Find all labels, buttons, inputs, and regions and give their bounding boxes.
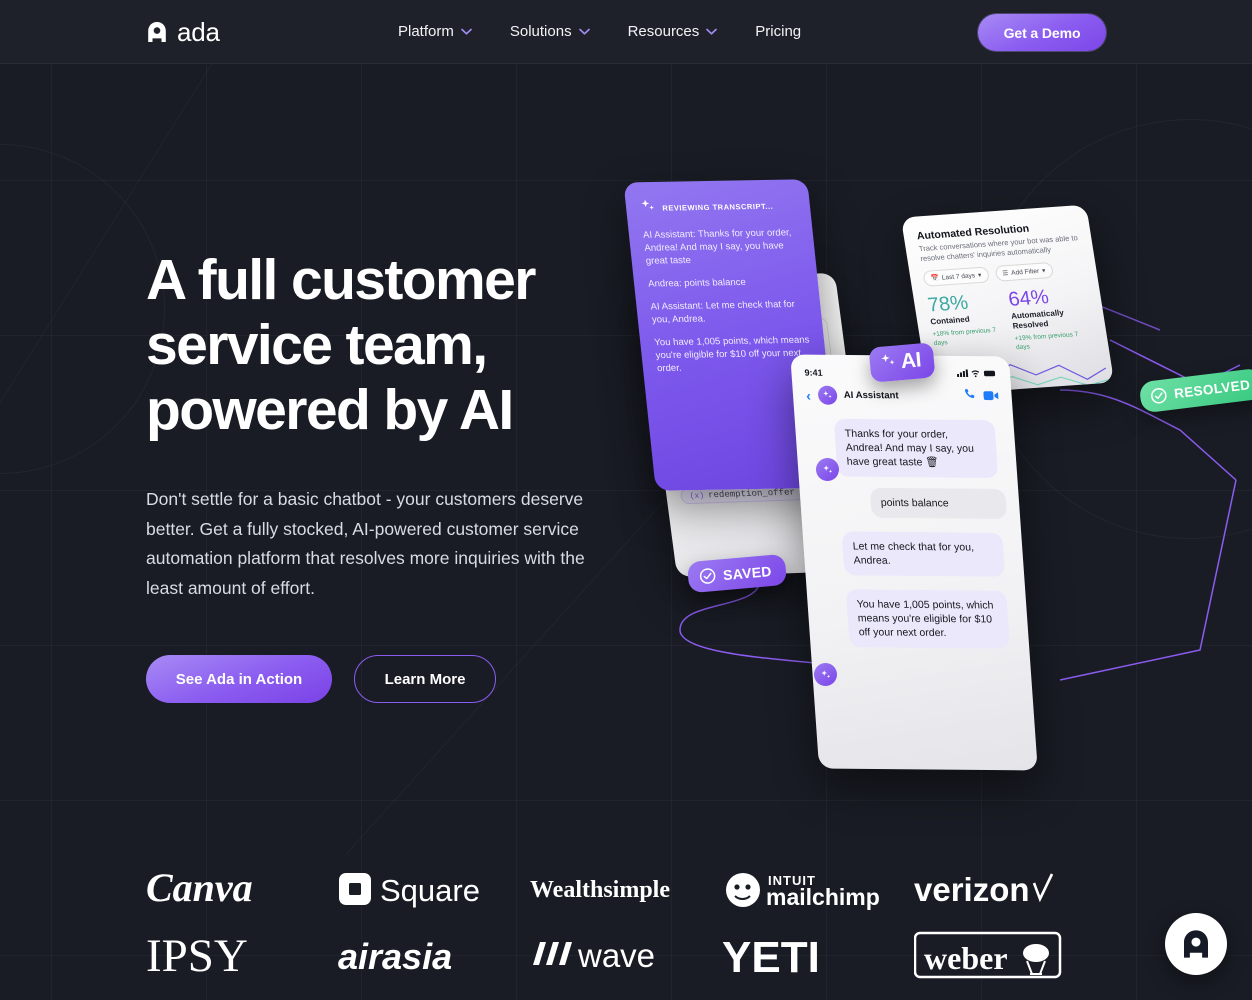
video-call-icon[interactable] [983, 388, 999, 406]
phone-time: 9:41 [804, 367, 823, 378]
stat-label: Automatically Resolved [1010, 308, 1065, 331]
page-root: ada Platform Solutions Resources Pricing… [0, 0, 1252, 1000]
analytics-filters: 📅 Last 7 days ▾ ☰ Add Filter ▾ [922, 260, 1084, 287]
nav-item-solutions[interactable]: Solutions [510, 23, 590, 40]
stat-value: 64% [1006, 286, 1051, 311]
assistant-name: AI Assistant [843, 389, 899, 402]
phone-chat-header: ‹ AI Assistant [805, 385, 999, 407]
chat-message-user: points balance [869, 487, 1008, 519]
sparkle-icon [639, 198, 657, 219]
logo-airasia: airasia [338, 933, 530, 977]
phone-call-actions [963, 387, 999, 405]
customer-logo-strip: Canva Square Wealthsimple INTUIT mailchi… [146, 856, 1106, 988]
resolved-badge-label: RESOLVED [1173, 377, 1252, 402]
top-navigation-bar: ada Platform Solutions Resources Pricing… [0, 0, 1252, 64]
svg-text:airasia: airasia [338, 936, 452, 977]
avatar [816, 458, 839, 481]
chevron-down-icon: ▾ [1041, 267, 1046, 275]
brand-logo[interactable]: ada [146, 19, 220, 45]
nav-item-resources[interactable]: Resources [628, 23, 718, 40]
filter-icon: ☰ [1001, 270, 1009, 278]
chevron-down-icon: ▾ [977, 271, 982, 280]
stat-value: 78% [926, 291, 970, 317]
see-ada-in-action-button[interactable]: See Ada in Action [146, 655, 332, 703]
logo-wealthsimple: Wealthsimple [530, 872, 722, 906]
logo-verizon: verizon [914, 869, 1106, 909]
hero-illustration: New Generative Action Describe this acti… [623, 179, 1252, 800]
logo-canva: Canva [146, 865, 338, 913]
nav-item-label: Platform [398, 23, 454, 40]
chat-widget-button[interactable] [1165, 913, 1227, 975]
hero-section: A full customer service team, powered by… [146, 248, 616, 703]
add-filter-button[interactable]: ☰ Add Filter ▾ [994, 261, 1054, 282]
chevron-down-icon [706, 28, 718, 35]
stat-delta: +18% from previous 7 days [931, 326, 997, 348]
phone-status-icons [956, 368, 998, 380]
svg-text:Wealthsimple: Wealthsimple [530, 877, 670, 903]
nav-item-platform[interactable]: Platform [398, 23, 472, 40]
background-circle-left [0, 144, 165, 474]
calendar-icon: 📅 [930, 274, 940, 283]
svg-text:wave: wave [577, 937, 655, 974]
nav-item-label: Pricing [755, 23, 802, 40]
hero-cta-row: See Ada in Action Learn More [146, 655, 616, 703]
chat-message-bot: Thanks for your order, Andrea! And may I… [833, 418, 999, 478]
ai-badge: AI [868, 342, 936, 383]
logo-ipsy: IPSY [146, 931, 338, 979]
svg-text:verizon: verizon [914, 871, 1030, 908]
chat-phone-card: 9:41 ‹ AI Assistant Thanks for your orde… [790, 354, 1038, 771]
nav-item-label: Solutions [509, 23, 572, 40]
analytics-stats: 78% Contained +18% from previous 7 days … [926, 285, 1095, 358]
date-range-filter[interactable]: 📅 Last 7 days ▾ [922, 266, 990, 287]
get-a-demo-button[interactable]: Get a Demo [978, 14, 1106, 51]
ada-chat-widget-icon [1184, 930, 1208, 958]
saved-badge-label: SAVED [722, 562, 773, 583]
hero-subtitle: Don't settle for a basic chatbot - your … [146, 489, 585, 598]
stat-contained: 78% Contained +18% from previous 7 days [926, 291, 1005, 358]
check-circle-icon [1149, 386, 1168, 405]
chat-message-bot: Let me check that for you, Andrea. [841, 531, 1006, 577]
transcript-line: You have 1,005 points, which means you'r… [653, 334, 810, 375]
add-filter-label: Add Filter [1010, 267, 1040, 277]
transcript-line: AI Assistant: Let me check that for you,… [650, 299, 796, 326]
phone-call-icon[interactable] [963, 387, 977, 405]
logo-row-2: IPSY airasia wave YETI weber [146, 922, 1106, 988]
avatar [814, 663, 837, 686]
logo-square: Square [338, 868, 530, 910]
svg-text:Canva: Canva [146, 865, 253, 910]
avatar [817, 385, 838, 405]
nav-item-label: Resources [627, 23, 700, 40]
logo-weber: weber [914, 931, 1106, 979]
variable-icon: (x) [689, 491, 705, 501]
svg-text:IPSY: IPSY [146, 931, 248, 979]
ada-arch-logo-icon [146, 21, 168, 43]
back-chevron-icon[interactable]: ‹ [805, 387, 811, 403]
chat-message-bot: You have 1,005 points, which means you'r… [845, 589, 1011, 649]
ai-badge-label: AI [899, 348, 922, 374]
logo-row-1: Canva Square Wealthsimple INTUIT mailchi… [146, 856, 1106, 922]
sparkle-icon [879, 350, 898, 375]
nav-links: Platform Solutions Resources Pricing [398, 23, 801, 40]
transcript-header: REVIEWING TRANSCRIPT... [639, 195, 797, 219]
logo-wave: wave [530, 933, 722, 977]
hero-title: A full customer service team, powered by… [146, 248, 536, 442]
svg-text:weber: weber [924, 940, 1008, 976]
nav-item-pricing[interactable]: Pricing [755, 23, 801, 40]
transcript-line: Andrea: points balance [647, 276, 747, 290]
brand-name: ada [177, 16, 220, 47]
check-circle-icon [698, 567, 716, 585]
transcript-line: AI Assistant: Thanks for your order, And… [642, 227, 792, 267]
stat-automatically-resolved: 64% Automatically Resolved +19% from pre… [1007, 285, 1095, 353]
svg-text:Square: Square [380, 873, 480, 908]
logo-yeti: YETI [722, 932, 914, 978]
svg-text:mailchimp: mailchimp [766, 884, 880, 910]
learn-more-button[interactable]: Learn More [354, 655, 496, 703]
svg-text:YETI: YETI [722, 933, 820, 978]
chevron-down-icon [461, 28, 472, 35]
stat-delta: +19% from previous 7 days [1014, 331, 1079, 352]
chevron-down-icon [578, 28, 590, 35]
logo-mailchimp: INTUIT mailchimp [722, 866, 914, 912]
date-range-label: Last 7 days [941, 271, 976, 282]
transcript-title: REVIEWING TRANSCRIPT... [661, 201, 774, 213]
